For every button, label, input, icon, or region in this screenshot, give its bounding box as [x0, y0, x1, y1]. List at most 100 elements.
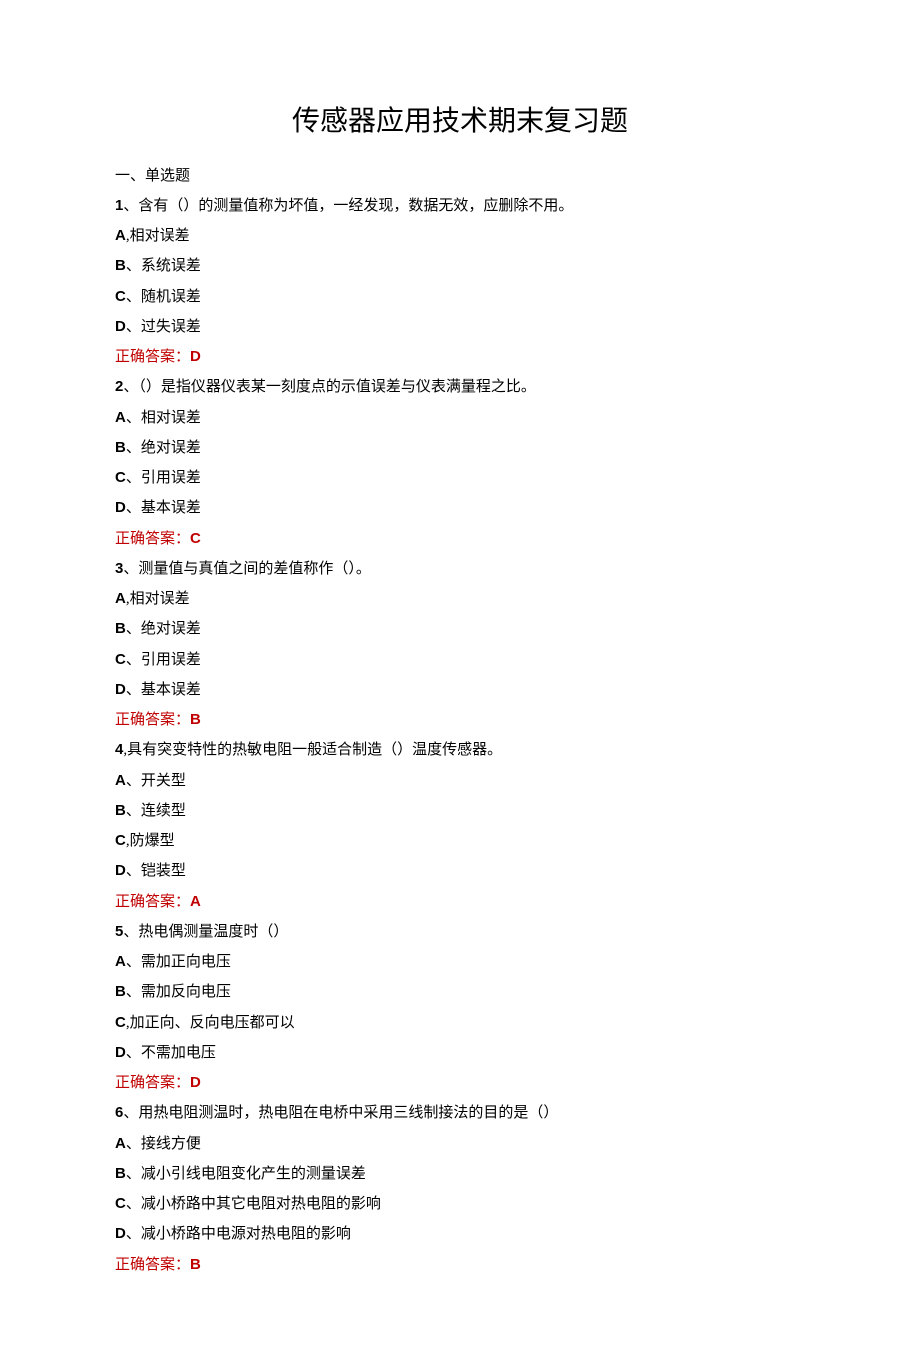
option: B、绝对误差	[115, 433, 805, 463]
option-letter: D	[115, 499, 126, 516]
answer-value: B	[190, 711, 201, 728]
option-letter: C	[115, 469, 126, 486]
option-text: 加正向、反向电压都可以	[130, 1015, 295, 1031]
answer-value: D	[190, 1074, 201, 1091]
option-letter: D	[115, 318, 126, 335]
answer-prefix: 正确答案：	[115, 531, 190, 547]
answer-prefix: 正确答案：	[115, 712, 190, 728]
option-text: 相对误差	[130, 591, 190, 607]
option-letter: A	[115, 590, 126, 607]
option-separator: 、	[126, 652, 141, 668]
question-punct: 、	[123, 379, 138, 395]
option: A,相对误差	[115, 221, 805, 251]
question-text: 4,具有突变特性的热敏电阻一般适合制造（）温度传感器。	[115, 735, 805, 765]
option-letter: A	[115, 227, 126, 244]
option-separator: 、	[126, 289, 141, 305]
option-text: 不需加电压	[141, 1045, 216, 1061]
option-separator: 、	[126, 1045, 141, 1061]
answer-value: C	[190, 530, 201, 547]
option-text: 绝对误差	[141, 621, 201, 637]
option-letter: B	[115, 983, 126, 1000]
answer-prefix: 正确答案：	[115, 894, 190, 910]
option-text: 连续型	[141, 803, 186, 819]
question-body: 测量值与真值之间的差值称作（）。	[138, 561, 371, 577]
option: D、过失误差	[115, 312, 805, 342]
option-letter: A	[115, 772, 126, 789]
option-text: 基本误差	[141, 500, 201, 516]
option-separator: 、	[126, 773, 141, 789]
option: A、需加正向电压	[115, 947, 805, 977]
answer-line: 正确答案：A	[115, 887, 805, 917]
page-title: 传感器应用技术期末复习题	[115, 95, 805, 150]
option-letter: C	[115, 1014, 126, 1031]
option-text: 相对误差	[141, 410, 201, 426]
option-separator: 、	[126, 863, 141, 879]
option-separator: 、	[126, 258, 141, 274]
option: D、基本误差	[115, 493, 805, 523]
answer-value: D	[190, 348, 201, 365]
question-body: 含有（）的测量值称为坏值，一经发现，数据无效，应删除不用。	[138, 198, 573, 214]
option-text: 引用误差	[141, 470, 201, 486]
option: C,加正向、反向电压都可以	[115, 1008, 805, 1038]
question-text: 5、热电偶测量温度时（）	[115, 917, 805, 947]
answer-line: 正确答案：B	[115, 1250, 805, 1280]
option-letter: A	[115, 409, 126, 426]
option-letter: B	[115, 620, 126, 637]
section-heading: 一、单选题	[115, 162, 805, 191]
question-punct: 、	[123, 561, 138, 577]
option: C、减小桥路中其它电阻对热电阻的影响	[115, 1189, 805, 1219]
option-text: 开关型	[141, 773, 186, 789]
option-separator: 、	[126, 1136, 141, 1152]
option-letter: D	[115, 862, 126, 879]
option-letter: D	[115, 1044, 126, 1061]
option: C、随机误差	[115, 282, 805, 312]
option: A、相对误差	[115, 403, 805, 433]
option-letter: D	[115, 1225, 126, 1242]
answer-value: A	[190, 893, 201, 910]
option-text: 减小引线电阻变化产生的测量误差	[141, 1166, 366, 1182]
option-letter: B	[115, 802, 126, 819]
option: C、引用误差	[115, 463, 805, 493]
option-separator: 、	[126, 440, 141, 456]
question-body: 热电偶测量温度时（）	[138, 924, 288, 940]
question-body: 用热电阻测温时，热电阻在电桥中采用三线制接法的目的是（）	[138, 1105, 558, 1121]
option: A、开关型	[115, 766, 805, 796]
option-separator: 、	[126, 1166, 141, 1182]
option-letter: B	[115, 1165, 126, 1182]
option-text: 防爆型	[130, 833, 175, 849]
option-text: 引用误差	[141, 652, 201, 668]
questions-container: 1、含有（）的测量值称为坏值，一经发现，数据无效，应删除不用。A,相对误差B、系…	[115, 191, 805, 1280]
question-text: 1、含有（）的测量值称为坏值，一经发现，数据无效，应删除不用。	[115, 191, 805, 221]
option-text: 减小桥路中其它电阻对热电阻的影响	[141, 1196, 381, 1212]
option: B、需加反向电压	[115, 977, 805, 1007]
option-text: 减小桥路中电源对热电阻的影响	[141, 1226, 351, 1242]
option: B、减小引线电阻变化产生的测量误差	[115, 1159, 805, 1189]
option-letter: C	[115, 288, 126, 305]
option-text: 需加反向电压	[141, 984, 231, 1000]
option: D、不需加电压	[115, 1038, 805, 1068]
option-separator: 、	[126, 500, 141, 516]
option-separator: 、	[126, 1226, 141, 1242]
option-separator: 、	[126, 803, 141, 819]
option-separator: 、	[126, 682, 141, 698]
answer-line: 正确答案：B	[115, 705, 805, 735]
option-letter: B	[115, 257, 126, 274]
option-letter: B	[115, 439, 126, 456]
answer-line: 正确答案：C	[115, 524, 805, 554]
option-separator: 、	[126, 470, 141, 486]
option: D、基本误差	[115, 675, 805, 705]
answer-value: B	[190, 1256, 201, 1273]
question-body: 具有突变特性的热敏电阻一般适合制造（）温度传感器。	[127, 742, 502, 758]
option-separator: 、	[126, 410, 141, 426]
option-separator: 、	[126, 984, 141, 1000]
option: C,防爆型	[115, 826, 805, 856]
answer-prefix: 正确答案：	[115, 1257, 190, 1273]
question-body: （）是指仪器仪表某一刻度点的示值误差与仪表满量程之比。	[138, 379, 536, 395]
option: B、绝对误差	[115, 614, 805, 644]
option-text: 过失误差	[141, 319, 201, 335]
option-text: 接线方便	[141, 1136, 201, 1152]
option-letter: C	[115, 1195, 126, 1212]
option: A,相对误差	[115, 584, 805, 614]
option-letter: A	[115, 953, 126, 970]
option-separator: 、	[126, 319, 141, 335]
